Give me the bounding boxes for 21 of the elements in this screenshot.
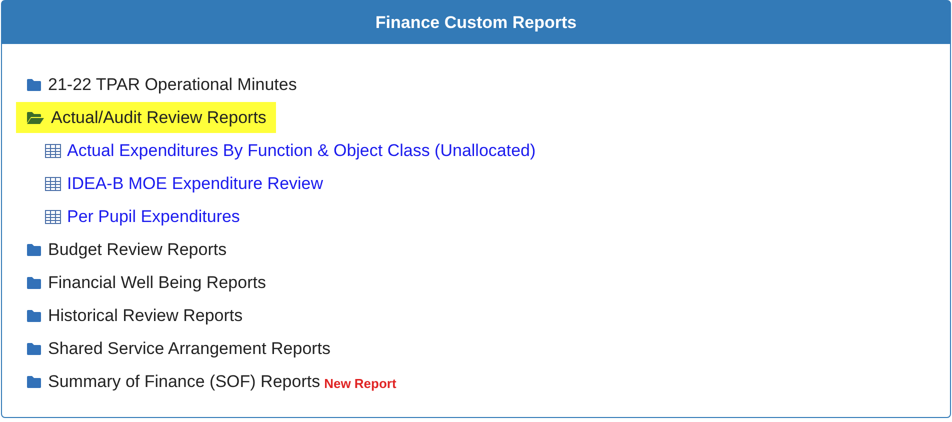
- folder-icon: [26, 374, 42, 388]
- folder-icon: [26, 342, 42, 356]
- folder-icon: [26, 78, 42, 92]
- open-folder-icon: [26, 110, 45, 124]
- report-link[interactable]: IDEA-B MOE Expenditure Review: [45, 174, 324, 194]
- tree-item[interactable]: Historical Review Reports: [16, 300, 253, 331]
- tree-item[interactable]: Shared Service Arrangement Reports: [16, 333, 341, 364]
- folder-icon: [26, 242, 42, 256]
- tree-item[interactable]: Budget Review Reports: [16, 234, 237, 265]
- folder-icon: [26, 276, 42, 290]
- tree-item[interactable]: Financial Well Being Reports: [16, 267, 276, 298]
- tree-item[interactable]: 21-22 TPAR Operational Minutes: [16, 69, 307, 100]
- table-icon: [45, 210, 61, 224]
- table-icon: [45, 144, 61, 158]
- table-icon: [45, 176, 61, 190]
- report-link[interactable]: Actual Expenditures By Function & Object Class (Unallocated): [45, 140, 536, 160]
- report-link[interactable]: Per Pupil Expenditures: [45, 206, 240, 226]
- folder-icon: [26, 308, 42, 322]
- tree-item[interactable]: Actual/Audit Review Reports: [16, 102, 276, 133]
- new-label: New Report: [324, 376, 396, 390]
- panel-title: Finance Custom Reports: [375, 12, 577, 32]
